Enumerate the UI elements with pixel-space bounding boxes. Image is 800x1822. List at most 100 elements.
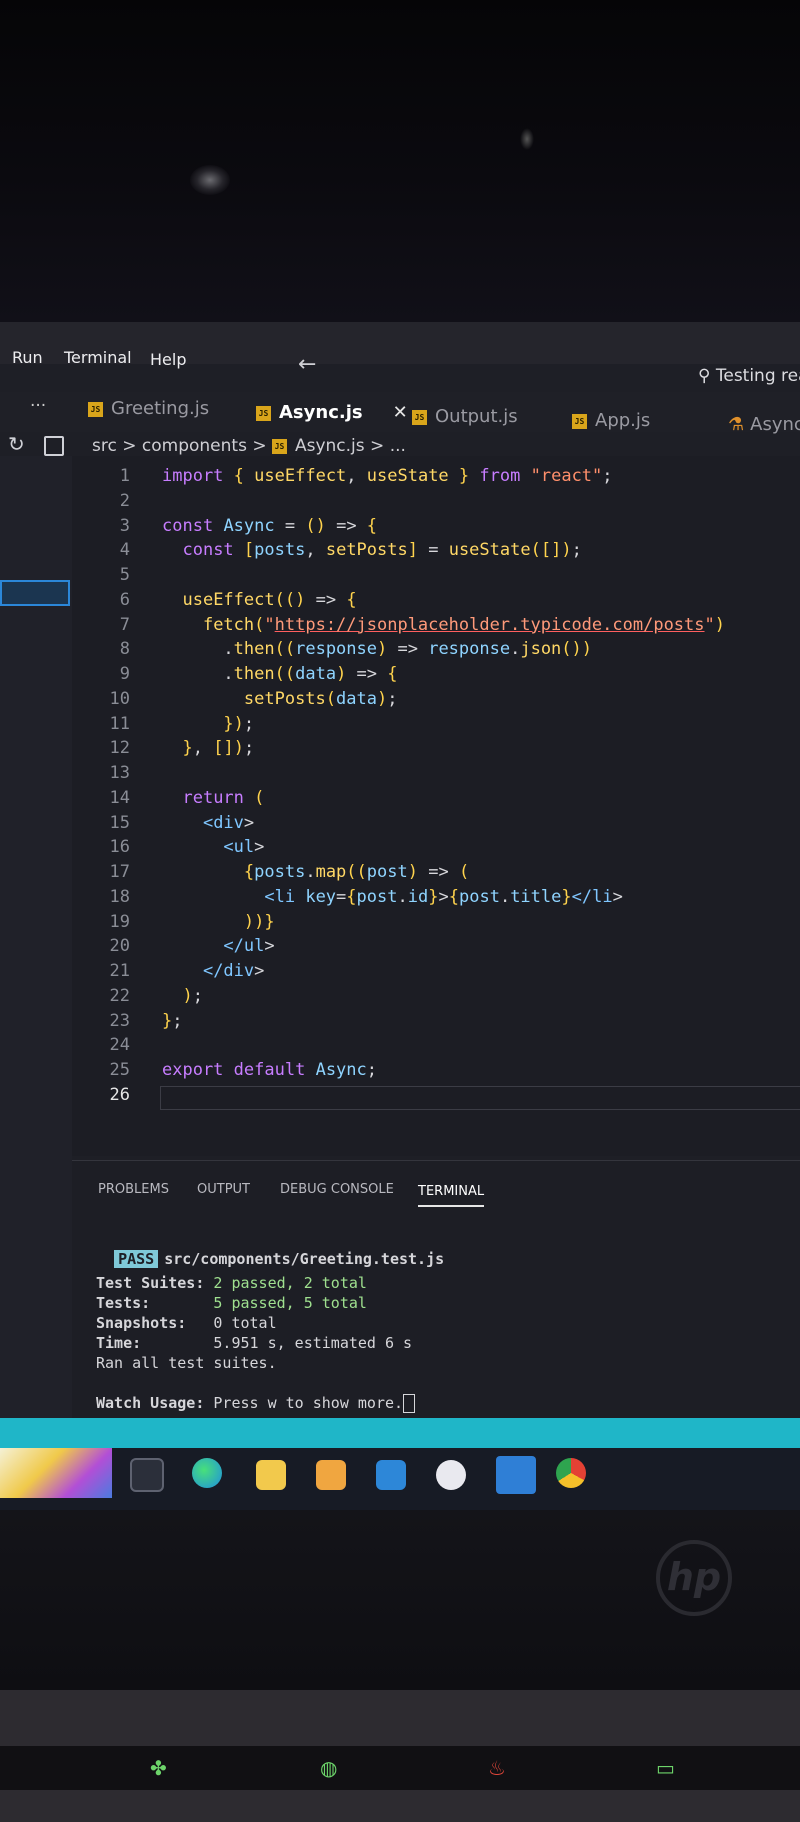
collapse-all-icon[interactable] [44, 436, 64, 456]
code-text: ); [182, 985, 203, 1006]
mail-icon[interactable] [376, 1460, 406, 1490]
code-text: </div> [202, 961, 265, 981]
line-number: 5 [119, 565, 130, 585]
code-line[interactable]: 2 [72, 489, 800, 514]
code-line[interactable]: 12 }, []); [72, 736, 800, 761]
back-arrow-icon[interactable]: ← [298, 352, 316, 377]
code-text: <li key={post.id}>{post.title}</li> [264, 886, 623, 907]
code-line[interactable]: 20 </ul> [72, 934, 800, 959]
command-search-box[interactable]: ⚲ Testing rea [698, 366, 800, 386]
code-text: const Async = () => { [162, 515, 378, 536]
code-text: setPosts(data); [243, 688, 398, 709]
code-line[interactable]: 14 return ( [72, 786, 800, 811]
code-line[interactable]: 24 [72, 1033, 800, 1058]
terminal-suites-line: Test Suites: 2 passed, 2 total [96, 1274, 367, 1292]
tab-label: Greeting.js [111, 398, 210, 419]
code-text: {posts.map((post) => ( [243, 862, 470, 882]
code-text: ))} [243, 911, 275, 932]
code-line[interactable]: 15 <div> [72, 811, 800, 836]
line-number: 24 [109, 1035, 130, 1056]
tab-label: Async.js [279, 402, 363, 423]
code-line[interactable]: 13 [72, 761, 800, 786]
edge-browser-icon[interactable] [192, 1458, 222, 1488]
code-line[interactable]: 11 }); [72, 712, 800, 737]
code-line[interactable]: 8 .then((response) => response.json()) [72, 637, 800, 662]
line-number: 2 [119, 490, 130, 511]
line-number: 8 [119, 639, 130, 660]
menu-run[interactable]: Run [12, 348, 43, 367]
tab-async-js[interactable]: JS Async.js ✕ [256, 402, 408, 423]
tab-problems[interactable]: PROBLEMS [98, 1182, 169, 1197]
breadcrumb-src[interactable]: src [92, 436, 117, 456]
code-line[interactable]: 22 ); [72, 984, 800, 1009]
line-number: 1 [119, 466, 130, 486]
snapshots-value: 0 total [213, 1314, 277, 1332]
flask-icon: ⚗ [728, 414, 745, 435]
code-line[interactable]: 21 </div> [72, 959, 800, 984]
js-file-icon: JS [88, 401, 103, 417]
test-file-path: src/components/Greeting.test.js [164, 1250, 445, 1268]
chrome-icon[interactable] [556, 1458, 586, 1488]
tests-value: 5 passed, 5 total [213, 1294, 367, 1312]
terminal-snapshots-line: Snapshots: 0 total [96, 1314, 277, 1332]
line-number: 25 [109, 1060, 130, 1080]
breadcrumb-components[interactable]: components [142, 436, 247, 456]
tab-debug-console[interactable]: DEBUG CONSOLE [280, 1182, 394, 1197]
code-line[interactable]: 5 [72, 563, 800, 588]
file-explorer-icon[interactable] [256, 1460, 286, 1490]
current-line-highlight [160, 1086, 800, 1110]
wireless-icon: ♨ [488, 1756, 506, 1780]
code-line[interactable]: 6 useEffect(() => { [72, 588, 800, 613]
more-actions-icon[interactable]: ··· [30, 396, 46, 416]
terminal-time-line: Time: 5.951 s, estimated 6 s [96, 1334, 412, 1352]
explorer-selected-item[interactable] [0, 580, 70, 606]
media-player-icon[interactable] [436, 1460, 466, 1490]
js-file-icon: JS [271, 438, 287, 454]
suites-label: Test Suites: [96, 1274, 205, 1292]
tab-async-test[interactable]: ⚗ Async [728, 414, 800, 435]
tab-greeting-js[interactable]: JS Greeting.js [88, 398, 209, 419]
snapshots-label: Snapshots: [96, 1314, 187, 1332]
code-line[interactable]: 1 import { useEffect, useState } from "re… [72, 464, 800, 489]
line-number: 12 [109, 738, 130, 759]
code-line[interactable]: 7 fetch("https://jsonplaceholder.typicod… [72, 613, 800, 638]
vscode-taskbar-icon[interactable] [496, 1456, 536, 1494]
code-line[interactable]: 10 setPosts(data); [72, 687, 800, 712]
close-tab-icon[interactable]: ✕ [393, 402, 408, 423]
js-file-icon: JS [572, 413, 587, 429]
line-number: 4 [119, 540, 130, 561]
tab-label: Async [750, 414, 800, 435]
code-text: .then((response) => response.json()) [162, 639, 593, 660]
code-text: <ul> [223, 837, 265, 858]
task-view-icon[interactable] [130, 1458, 164, 1492]
search-icon: ⚲ [698, 366, 711, 386]
refresh-icon[interactable]: ↻ [8, 432, 25, 456]
menu-terminal[interactable]: Terminal [64, 348, 132, 367]
background-dark-room [0, 0, 800, 322]
store-icon[interactable] [316, 1460, 346, 1490]
menu-help[interactable]: Help [150, 350, 186, 369]
line-number: 19 [109, 911, 130, 932]
code-text: <div> [202, 812, 255, 833]
search-placeholder: Testing rea [715, 366, 800, 386]
code-line[interactable]: 18 <li key={post.id}>{post.title}</li> [72, 885, 800, 910]
tab-app-js[interactable]: JS App.js [572, 410, 650, 431]
code-line[interactable]: 9 .then((data) => { [72, 662, 800, 687]
code-line[interactable]: 17 {posts.map((post) => ( [72, 860, 800, 885]
code-line[interactable]: 23}; [72, 1009, 800, 1034]
function-key-strip [0, 1746, 800, 1790]
breadcrumb-more[interactable]: ... [390, 436, 406, 456]
code-line[interactable]: 4 const [posts, setPosts] = useState([])… [72, 538, 800, 563]
tab-output[interactable]: OUTPUT [197, 1182, 250, 1197]
tab-output-js[interactable]: JS Output.js [412, 406, 518, 427]
line-number: 23 [109, 1010, 130, 1031]
terminal-watch-line[interactable]: Watch Usage: Press w to show more. [96, 1394, 416, 1413]
breadcrumb-file[interactable]: Async.js [295, 436, 365, 456]
code-line[interactable]: 16 <ul> [72, 835, 800, 860]
tab-label: Output.js [435, 406, 518, 427]
start-menu-tile[interactable] [0, 1448, 112, 1498]
tab-terminal[interactable]: TERMINAL [418, 1184, 485, 1207]
code-line[interactable]: 3 const Async = () => { [72, 514, 800, 539]
code-line[interactable]: 25 export default Async; [72, 1058, 800, 1083]
code-line[interactable]: 19 ))} [72, 910, 800, 935]
